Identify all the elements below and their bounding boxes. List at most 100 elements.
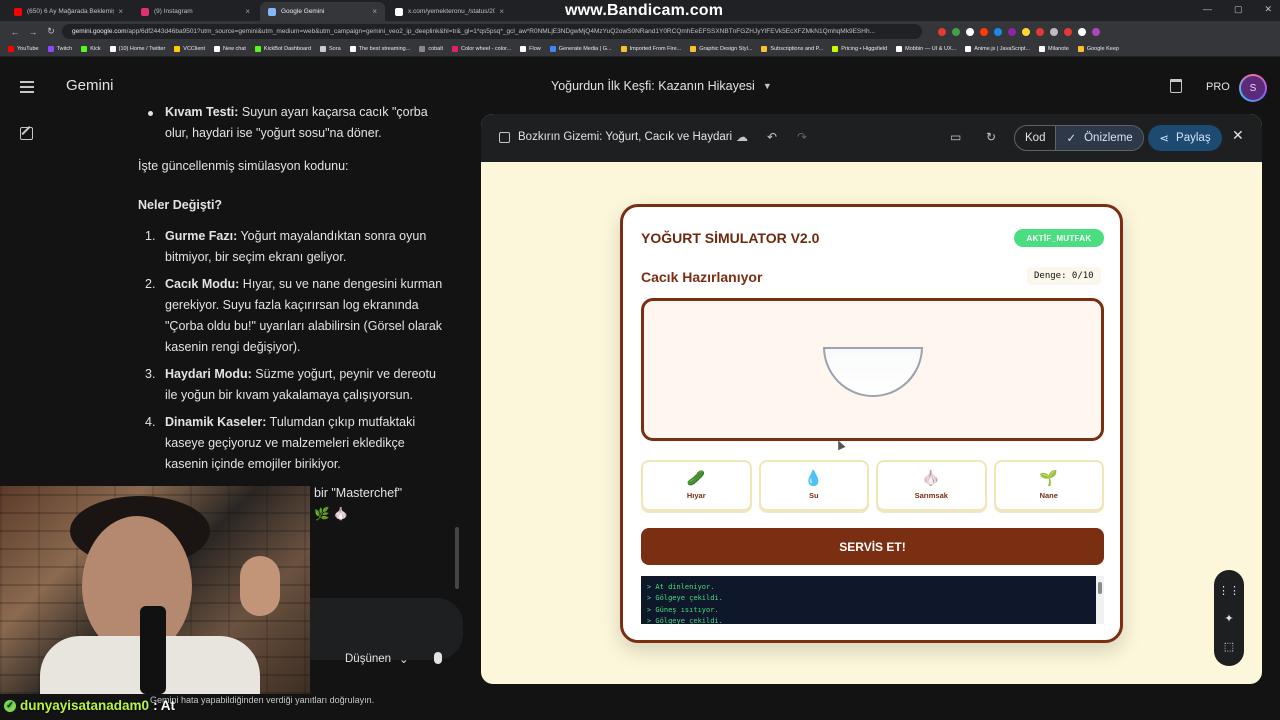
url-bar[interactable]: gemini.google.com/app/6df2443d46ba9501?u… xyxy=(62,24,922,39)
extension-icon[interactable] xyxy=(1078,27,1086,36)
close-tab-icon[interactable]: × xyxy=(245,7,250,16)
profile-icon[interactable] xyxy=(1092,27,1100,36)
bookmark[interactable]: cobalt xyxy=(419,46,443,52)
balance-counter: Denge: 0/10 xyxy=(1027,267,1101,285)
event-log: > At dinleniyor. > Gölgeye çekildi. > Gü… xyxy=(641,576,1096,624)
bookmark[interactable]: New chat xyxy=(213,46,246,52)
garlic-icon: 🧄 xyxy=(921,470,941,487)
redo-icon[interactable]: ↷ xyxy=(797,130,807,144)
bookmark-favicon-icon xyxy=(47,46,54,52)
bookmark[interactable]: Milanote xyxy=(1039,46,1069,52)
bookmark[interactable]: KickBot Dashboard xyxy=(254,46,311,52)
tab-preview[interactable]: ✓ Önizleme xyxy=(1055,126,1143,150)
mint-icon: 🌱 xyxy=(1039,470,1059,487)
refresh-icon[interactable]: ↻ xyxy=(986,130,996,144)
list-item: Kıvam Testi: Suyun ayarı kaçarsa cacık "… xyxy=(138,102,443,144)
minimize-icon[interactable]: — xyxy=(1203,4,1212,15)
tab-code[interactable]: Kod xyxy=(1015,126,1055,150)
bookmark[interactable]: Color wheel - color... xyxy=(452,46,511,52)
back-icon[interactable]: ← xyxy=(8,27,22,37)
close-window-icon[interactable]: ✕ xyxy=(1264,4,1272,15)
simulator-card: YOĞURT SİMULATOR V2.0 AKTİF_MUTFAK Cacık… xyxy=(620,204,1123,643)
chat-scrollbar[interactable] xyxy=(455,527,459,589)
maximize-icon[interactable]: ▢ xyxy=(1234,4,1243,15)
canvas-header: Bozkırın Gizemi: Yoğurt, Cacık ve Haydar… xyxy=(481,114,1262,162)
close-icon[interactable]: ✕ xyxy=(1232,127,1244,144)
ingredient-button-water[interactable]: 💧 Su xyxy=(758,460,869,511)
bookmark-favicon-icon xyxy=(81,46,88,52)
forward-icon[interactable]: → xyxy=(26,27,40,37)
gemini-logo[interactable]: Gemini xyxy=(66,77,114,94)
bookmark-favicon-icon xyxy=(832,46,839,52)
extension-icon[interactable] xyxy=(1008,27,1016,36)
bookmark[interactable]: (10) Home / Twitter xyxy=(109,46,165,52)
bookmark[interactable]: Graphic Design Styl... xyxy=(690,46,752,52)
console-icon[interactable]: ▭ xyxy=(950,130,961,144)
extension-icon[interactable] xyxy=(1036,27,1044,36)
extension-icon[interactable] xyxy=(952,27,960,36)
extension-icon[interactable] xyxy=(966,27,974,36)
recorder-watermark: www.Bandicam.com xyxy=(565,2,724,19)
model-selector[interactable]: Düşünen ⌄ xyxy=(345,652,409,666)
extension-icon[interactable] xyxy=(994,27,1002,36)
extension-icon[interactable] xyxy=(1022,27,1030,36)
ingredient-button-cucumber[interactable]: 🥒 Hıyar xyxy=(641,460,752,511)
bookmark[interactable]: Anime.js | JavaScript... xyxy=(965,46,1030,52)
avatar[interactable]: S xyxy=(1239,74,1267,102)
share-button[interactable]: ⋖ Paylaş xyxy=(1148,125,1222,151)
reload-icon[interactable]: ↻ xyxy=(44,26,58,37)
bookmark[interactable]: Flow xyxy=(520,46,541,52)
menu-icon[interactable] xyxy=(20,81,34,93)
verified-icon: ✓ xyxy=(4,699,16,712)
close-tab-icon[interactable]: × xyxy=(118,7,123,16)
undo-icon[interactable]: ↶ xyxy=(767,130,777,144)
conversation-title-dropdown[interactable]: Yoğurdun İlk Keşfi: Kazanın Hikayesi ▼ xyxy=(551,79,772,93)
ingredient-button-mint[interactable]: 🌱 Nane xyxy=(993,460,1104,511)
extension-icon[interactable] xyxy=(1050,27,1058,36)
close-tab-icon[interactable]: × xyxy=(372,7,377,16)
bookmark[interactable]: Google Keep xyxy=(1077,46,1119,52)
log-line: > Güneş ısıtıyor. xyxy=(647,605,719,614)
delete-icon[interactable] xyxy=(1170,79,1182,93)
address-row: ← → ↻ gemini.google.com/app/6df2443d46ba… xyxy=(0,21,1280,42)
serve-button[interactable]: SERVİS ET! xyxy=(641,528,1104,565)
pro-badge: PRO xyxy=(1206,81,1230,93)
bookmark-favicon-icon xyxy=(8,46,14,52)
bookmark[interactable]: Pricing • Higgsfield xyxy=(832,46,887,52)
extension-icon[interactable] xyxy=(980,27,988,36)
bookmark[interactable]: Kick xyxy=(81,46,101,52)
sparkle-edit-icon[interactable]: ✦ xyxy=(1224,612,1233,625)
list-item: 2. Cacık Modu: Hıyar, su ve nane dengesin… xyxy=(145,277,443,354)
bookmark[interactable]: Imported From Fire... xyxy=(620,46,681,52)
bookmark[interactable]: Generate Media | G... xyxy=(549,46,612,52)
simulator-title: YOĞURT SİMULATOR V2.0 xyxy=(641,230,820,246)
bookmark[interactable]: Mobbin — UI & UX... xyxy=(896,46,956,52)
extension-icon[interactable] xyxy=(938,27,946,36)
new-chat-icon[interactable] xyxy=(20,127,33,140)
drag-handle-icon[interactable]: ⋮⋮ xyxy=(1218,584,1240,597)
bookmark[interactable]: Sora xyxy=(320,46,341,52)
browser-tab[interactable]: (650) 6 Ay Mağarada Beklemiş × xyxy=(6,2,131,21)
bookmark[interactable]: YouTube xyxy=(8,46,39,52)
bookmark-favicon-icon xyxy=(1077,46,1084,52)
bookmark-favicon-icon xyxy=(419,46,426,52)
bookmark[interactable]: The best streaming... xyxy=(349,46,410,52)
extension-icon[interactable] xyxy=(1064,27,1072,36)
ingredient-button-garlic[interactable]: 🧄 Sarımsak xyxy=(876,460,987,511)
avatar-initial: S xyxy=(1241,76,1265,100)
close-tab-icon[interactable]: × xyxy=(499,7,504,16)
browser-tab[interactable]: x.com/yemekteronu_/status/20... × xyxy=(387,2,512,21)
browser-tab-active[interactable]: Google Gemini × xyxy=(260,2,385,21)
cloud-icon[interactable]: ☁ xyxy=(736,130,748,144)
bookmark-favicon-icon xyxy=(761,46,768,52)
select-area-icon[interactable]: ⬚ xyxy=(1224,640,1234,653)
bookmark[interactable]: VCClient xyxy=(174,46,205,52)
bookmark[interactable]: Twitch xyxy=(47,46,72,52)
microphone-icon[interactable] xyxy=(434,652,442,664)
browser-tab[interactable]: (9) Instagram × xyxy=(133,2,258,21)
bookmark-favicon-icon xyxy=(320,46,327,52)
log-scrollbar[interactable] xyxy=(1096,576,1104,624)
extension-icons xyxy=(938,27,1100,36)
conversation-title: Yoğurdun İlk Keşfi: Kazanın Hikayesi xyxy=(551,79,755,93)
bookmark[interactable]: Subscriptions and P... xyxy=(761,46,823,52)
